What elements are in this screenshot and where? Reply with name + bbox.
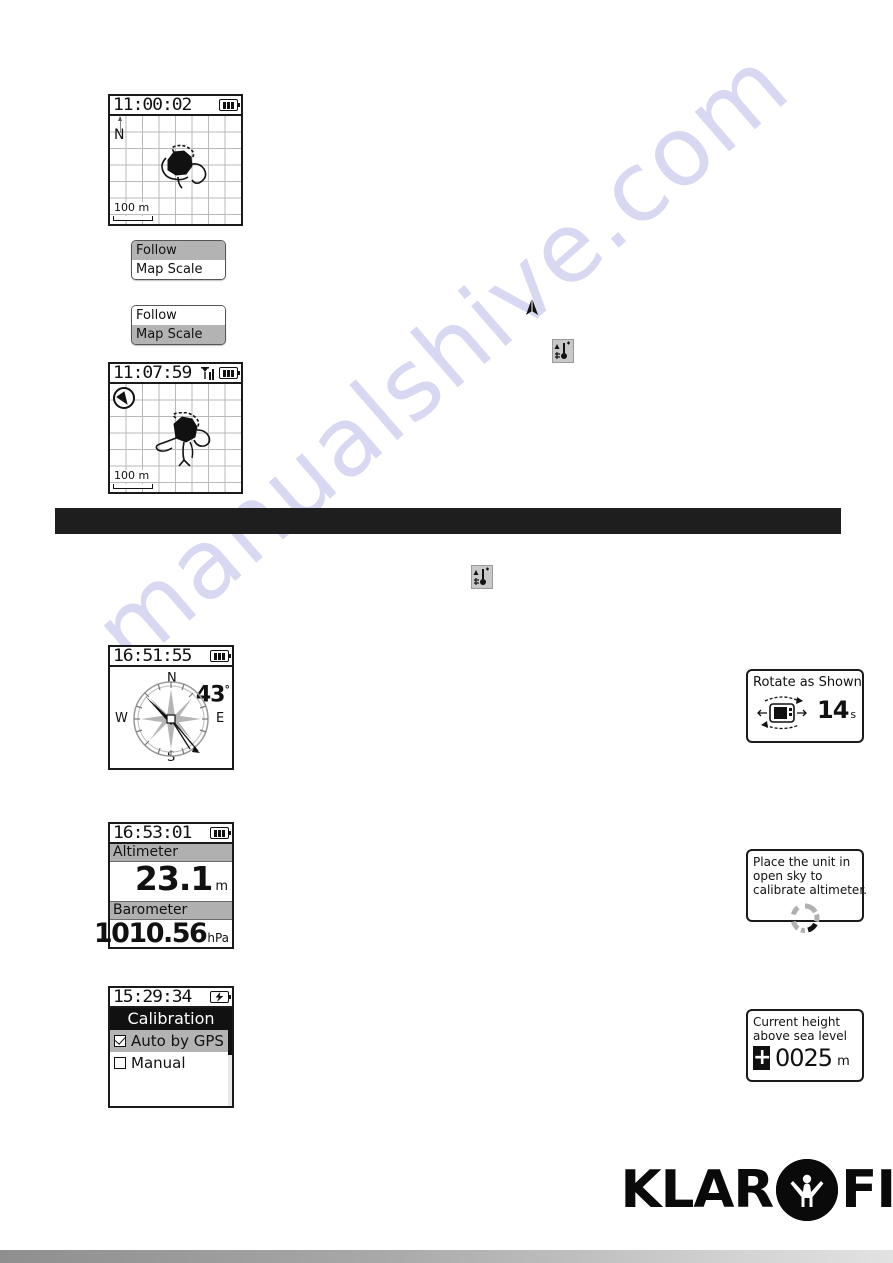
logo-text-klar: KLAR <box>620 1160 775 1220</box>
battery-charging-icon <box>210 991 231 1003</box>
barometer-readout: 1010.56 hPa <box>94 920 232 950</box>
status-bar-right <box>210 991 231 1003</box>
open-sky-line-2: open sky to <box>753 869 823 883</box>
map-scale: 100 m <box>113 196 153 221</box>
checkbox-checked-icon[interactable] <box>114 1035 126 1047</box>
calibration-option-manual[interactable]: Manual <box>110 1052 232 1074</box>
status-bar: 16:51:55 <box>110 647 232 667</box>
menu-item-map-scale[interactable]: Map Scale <box>132 325 225 344</box>
map-screen-north-up: 11:00:02 N 100 m <box>108 94 243 226</box>
battery-full-icon <box>210 827 231 839</box>
altimeter-readout: 23.1 m <box>110 862 232 901</box>
battery-full-icon <box>219 367 240 379</box>
status-bar: 15:29:34 <box>110 988 232 1008</box>
section-heading-bar <box>55 508 841 534</box>
checkbox-unchecked-icon[interactable] <box>114 1057 126 1069</box>
altimeter-unit: m <box>215 879 228 894</box>
clock-time: 15:29:34 <box>113 986 192 1007</box>
compass-screen: 16:51:55 43° N S W E <box>108 645 234 770</box>
sign-toggle[interactable]: + <box>753 1046 771 1070</box>
calibration-option-label: Manual <box>131 1054 186 1072</box>
gps-track-trace <box>155 412 211 467</box>
sea-level-height-popup: Current height above sea level + 0025 m <box>746 1009 864 1082</box>
map-options-menu-follow[interactable]: Follow Map Scale <box>131 240 226 280</box>
map-canvas[interactable]: 100 m <box>110 384 241 492</box>
compass-body[interactable]: 43° N S W E <box>110 667 232 768</box>
clock-time: 11:00:02 <box>113 94 192 115</box>
map-scale-bar <box>113 484 153 489</box>
status-bar: 11:00:02 <box>110 96 241 116</box>
rotate-illustration-row: 14 s <box>753 692 857 732</box>
gps-signal-icon <box>201 366 217 380</box>
compass-altimeter-mode-icon <box>552 339 574 363</box>
status-bar-right <box>201 366 240 380</box>
map-canvas[interactable]: N 100 m <box>110 116 241 224</box>
sea-level-value-row[interactable]: + 0025 m <box>753 1046 857 1070</box>
barometer-unit: hPa <box>207 931 229 945</box>
compass-east-label: E <box>216 711 225 726</box>
menu-item-follow[interactable]: Follow <box>132 306 225 325</box>
calibration-title: Calibration <box>110 1008 232 1030</box>
status-bar-right <box>210 650 231 662</box>
rotate-instruction-popup: Rotate as Shown 14 s <box>746 669 864 743</box>
status-bar-right <box>219 99 240 111</box>
scrollbar[interactable] <box>228 1010 232 1106</box>
logo-figure-icon <box>775 1159 838 1221</box>
compass-altimeter-mode-icon <box>471 565 493 589</box>
loading-spinner-icon <box>790 903 820 934</box>
open-sky-line-1: Place the unit in <box>753 855 851 869</box>
battery-full-icon <box>210 650 231 662</box>
clock-time: 11:07:59 <box>113 362 192 383</box>
logo-text-fit: FIT <box>840 1160 893 1220</box>
rotate-device-icon <box>753 692 811 732</box>
calibration-option-auto-by-gps[interactable]: Auto by GPS <box>110 1030 232 1052</box>
map-scale-bar <box>113 216 153 221</box>
sea-level-line-2: above sea level <box>753 1029 847 1043</box>
degree-symbol: ° <box>224 683 230 696</box>
navigation-arrow-icon <box>526 298 538 315</box>
map-screen-follow: 11:07:59 100 m <box>108 362 243 494</box>
map-scale-label: 100 m <box>113 469 151 482</box>
open-sky-line-3: calibrate altimeter. <box>753 883 867 897</box>
map-options-menu-map-scale[interactable]: Follow Map Scale <box>131 305 226 345</box>
altimeter-screen: 16:53:01 Altimeter 23.1 m Barometer 1010… <box>94 822 234 950</box>
clock-time: 16:53:01 <box>113 822 192 843</box>
calibration-option-label: Auto by GPS <box>131 1032 224 1050</box>
klarfit-logo: KLAR FIT <box>620 1155 893 1225</box>
calibration-screen: 15:29:34 Calibration Auto by GPS Manual <box>108 986 234 1108</box>
footer-gradient-strip <box>0 1250 893 1263</box>
rotate-title: Rotate as Shown <box>753 675 862 690</box>
north-label: N <box>114 127 125 143</box>
clock-time: 16:51:55 <box>113 645 192 666</box>
status-bar: 16:53:01 <box>110 824 232 844</box>
height-digits[interactable]: 0025 <box>775 1046 833 1070</box>
status-bar: 11:07:59 <box>110 364 241 384</box>
open-sky-instruction-popup: Place the unit in open sky to calibrate … <box>746 849 867 934</box>
status-bar-right <box>210 827 231 839</box>
compass-rose <box>133 681 209 757</box>
height-unit: m <box>837 1054 850 1069</box>
countdown-value: 14 <box>817 695 849 724</box>
altimeter-value: 23.1 <box>134 859 213 898</box>
sea-level-line-1: Current height <box>753 1015 841 1029</box>
gps-track-trace <box>161 144 207 189</box>
map-scale-label: 100 m <box>113 201 151 214</box>
compass-rose-icon <box>113 387 135 409</box>
menu-item-map-scale[interactable]: Map Scale <box>132 260 225 279</box>
menu-item-follow[interactable]: Follow <box>132 241 225 260</box>
countdown-unit: s <box>850 707 856 721</box>
battery-full-icon <box>219 99 240 111</box>
rotate-countdown: 14 s <box>817 695 856 727</box>
barometer-value: 1010.56 <box>93 918 208 949</box>
map-scale: 100 m <box>113 464 153 489</box>
compass-west-label: W <box>115 711 128 726</box>
